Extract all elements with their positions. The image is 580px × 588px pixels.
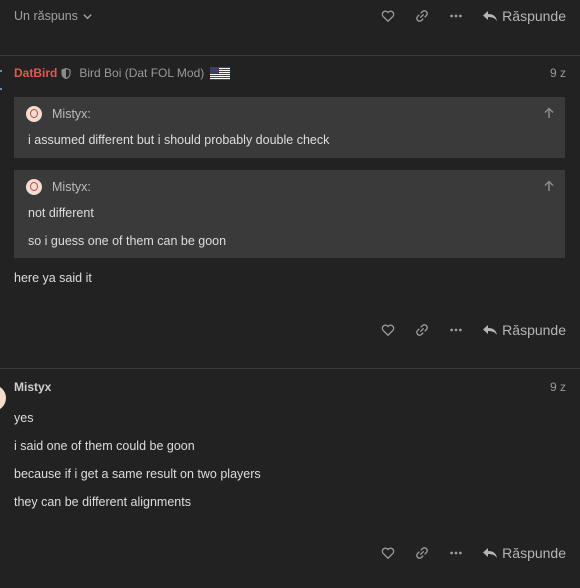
chevron-down-icon xyxy=(83,13,92,19)
reply-button[interactable]: Răspunde xyxy=(482,8,566,24)
ellipsis-icon[interactable] xyxy=(448,8,464,24)
reply-arrow-icon xyxy=(483,11,498,21)
avatar xyxy=(26,106,42,122)
replies-toggle-label: Un răspuns xyxy=(14,9,78,23)
quote-text: so i guess one of them can be goon xyxy=(28,234,227,248)
post-header: Mistyx 9 z xyxy=(14,380,566,394)
reply-label: Răspunde xyxy=(502,545,566,561)
post-body-text: yes xyxy=(14,411,34,425)
shield-icon xyxy=(61,67,71,79)
post-time[interactable]: 9 z xyxy=(550,380,566,394)
post-body-text: i said one of them could be goon xyxy=(14,439,195,453)
link-icon[interactable] xyxy=(414,322,430,338)
divider xyxy=(0,55,580,56)
ellipsis-icon[interactable] xyxy=(448,545,464,561)
username[interactable]: Mistyx xyxy=(14,380,51,394)
post-body-text: here ya said it xyxy=(14,271,92,285)
reply-label: Răspunde xyxy=(502,8,566,24)
quote-text: not different xyxy=(28,206,94,220)
quote-header: Mistyx: xyxy=(26,106,91,122)
post-body-text: because if i get a same result on two pl… xyxy=(14,467,261,481)
reply-label: Răspunde xyxy=(502,322,566,338)
us-flag-icon xyxy=(210,66,231,80)
reply-arrow-icon xyxy=(483,325,498,335)
heart-icon[interactable] xyxy=(380,545,396,561)
quote-block: Mistyx: i assumed different but i should… xyxy=(14,97,565,158)
quote-author[interactable]: Mistyx: xyxy=(52,180,91,194)
post-actions: Răspunde xyxy=(362,322,566,338)
arrow-up-icon[interactable] xyxy=(543,180,555,192)
post-body-text: they can be different alignments xyxy=(14,495,191,509)
reply-button[interactable]: Răspunde xyxy=(482,545,566,561)
heart-icon[interactable] xyxy=(380,322,396,338)
avatar[interactable] xyxy=(0,385,6,411)
username[interactable]: DatBird xyxy=(14,66,57,80)
quote-block: Mistyx: not different so i guess one of … xyxy=(14,170,565,258)
replies-toggle[interactable]: Un răspuns xyxy=(14,9,93,23)
post-actions: Răspunde xyxy=(362,545,566,561)
thread-indicator xyxy=(0,70,2,92)
divider xyxy=(0,368,580,369)
link-icon[interactable] xyxy=(414,8,430,24)
link-icon[interactable] xyxy=(414,545,430,561)
post-actions-top: Răspunde xyxy=(362,8,566,24)
ellipsis-icon[interactable] xyxy=(448,322,464,338)
post-header: DatBird Bird Boi (Dat FOL Mod) 9 z xyxy=(14,66,566,80)
quote-text: i assumed different but i should probabl… xyxy=(28,133,330,147)
arrow-up-icon[interactable] xyxy=(543,107,555,119)
page: Un răspuns Răspunde DatBird Bird Boi (Da… xyxy=(0,0,580,588)
user-flair: Bird Boi (Dat FOL Mod) xyxy=(79,66,205,80)
heart-icon[interactable] xyxy=(380,8,396,24)
post-time[interactable]: 9 z xyxy=(550,66,566,80)
avatar xyxy=(26,179,42,195)
quote-header: Mistyx: xyxy=(26,179,91,195)
reply-button[interactable]: Răspunde xyxy=(482,322,566,338)
quote-author[interactable]: Mistyx: xyxy=(52,107,91,121)
reply-arrow-icon xyxy=(483,548,498,558)
